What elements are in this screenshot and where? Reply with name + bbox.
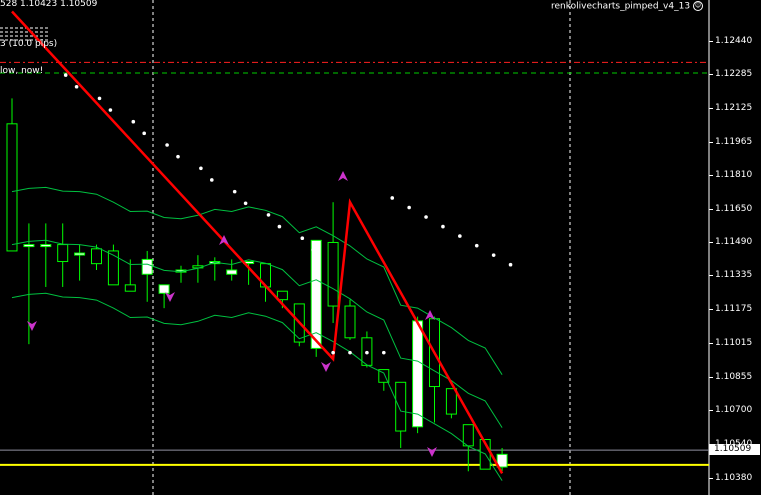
sar-dot (365, 350, 369, 355)
candle-body (23, 244, 35, 248)
sar-dot (277, 224, 282, 229)
sar-dot (382, 350, 386, 355)
sar-dot (424, 215, 428, 219)
sar-dot (508, 262, 513, 267)
y-tick-label: 1.11015 (715, 338, 753, 349)
candle-body (462, 424, 474, 447)
ohlc-readout: 528 1.10423 1.10509 (0, 0, 98, 9)
y-tick-mark (709, 242, 713, 244)
candle-body (276, 290, 288, 301)
y-tick-mark (709, 409, 713, 411)
candle-body (107, 250, 119, 286)
candle-body (91, 248, 102, 265)
upper-band (11, 186, 503, 375)
candle-body (445, 388, 457, 415)
sar-dot (331, 350, 335, 355)
sar-dot (266, 213, 271, 217)
sar-dot (300, 236, 305, 241)
sar-dot (97, 96, 102, 101)
sar-dot (311, 248, 316, 252)
sar-dot (491, 253, 496, 257)
y-tick-mark (709, 141, 713, 143)
sar-dot (232, 189, 237, 194)
y-tick-label: 1.11810 (715, 169, 753, 180)
candle-body (158, 284, 170, 294)
sar-dot (210, 178, 214, 182)
sar-dot (142, 131, 146, 136)
y-tick-label: 1.11490 (715, 237, 753, 248)
y-tick-label: 1.11175 (715, 304, 753, 315)
candle-body (412, 320, 424, 428)
y-tick-label: 1.11650 (715, 203, 753, 214)
y-tick-mark (709, 377, 713, 378)
y-tick-label: 1.10700 (715, 404, 753, 415)
y-tick-mark (709, 107, 713, 109)
candle-body (40, 244, 52, 248)
candle-body (57, 244, 69, 263)
candle-body (344, 305, 356, 339)
sar-dot (458, 234, 462, 238)
lower-band (11, 292, 503, 481)
sar-dot (74, 84, 79, 89)
price-axis[interactable]: 1.12440 1.12285 1.12125 1.11965 1.11810 1.116… (709, 0, 761, 495)
indicator-name: renkolivecharts_pimped_v4_13 ☺ (551, 1, 704, 12)
indicator-name-label: renkolivecharts_pimped_v4_13 (551, 1, 691, 12)
middle-band (11, 239, 503, 428)
y-tick-mark (709, 343, 713, 345)
sar-dot (441, 224, 445, 229)
zigzag-line (11, 10, 504, 475)
pips-readout: 3 (10.0 pips) (0, 39, 58, 49)
fractal-down-arrow (321, 362, 331, 372)
y-tick-mark (709, 309, 713, 311)
price-chart[interactable] (0, 0, 761, 495)
alert-message: low, now! (0, 66, 44, 76)
y-tick-mark (709, 275, 713, 277)
candle-body (6, 123, 18, 252)
candle-body (141, 258, 153, 275)
candle-body (124, 284, 136, 292)
y-tick-label: 1.10855 (715, 372, 753, 382)
candle-body (395, 381, 407, 432)
sar-dot (390, 196, 395, 200)
y-tick-mark (709, 208, 713, 210)
sar-dot (407, 205, 411, 210)
sar-dot (199, 166, 203, 171)
y-tick-mark (709, 74, 713, 76)
y-tick-label: 1.10380 (715, 472, 753, 483)
y-tick-mark (709, 174, 713, 176)
y-tick-mark (709, 41, 713, 43)
y-tick-label: 1.12440 (715, 36, 753, 47)
sar-dot (165, 143, 169, 147)
y-tick-mark (709, 477, 713, 479)
candle-body (327, 241, 339, 307)
sar-dot (108, 108, 113, 112)
y-tick-label: 1.12125 (715, 102, 753, 113)
y-tick-label: 1.12285 (715, 69, 753, 80)
sar-dot (131, 119, 136, 124)
y-tick-label: 1.11965 (715, 136, 753, 147)
sar-dot (243, 201, 248, 206)
candle-body (74, 252, 86, 256)
smile-icon: ☺ (693, 1, 704, 11)
y-tick-label: 1.11335 (715, 270, 753, 281)
sar-dot (348, 350, 352, 355)
fractal-down-arrow (165, 292, 175, 302)
sar-dot (474, 243, 479, 248)
sar-dot (176, 154, 180, 159)
sar-dot (63, 73, 68, 77)
fractal-down-arrow (427, 447, 437, 457)
fractal-up-arrow (338, 171, 348, 181)
current-price-label: 1.10509 (709, 444, 760, 456)
candle-body (226, 269, 238, 275)
